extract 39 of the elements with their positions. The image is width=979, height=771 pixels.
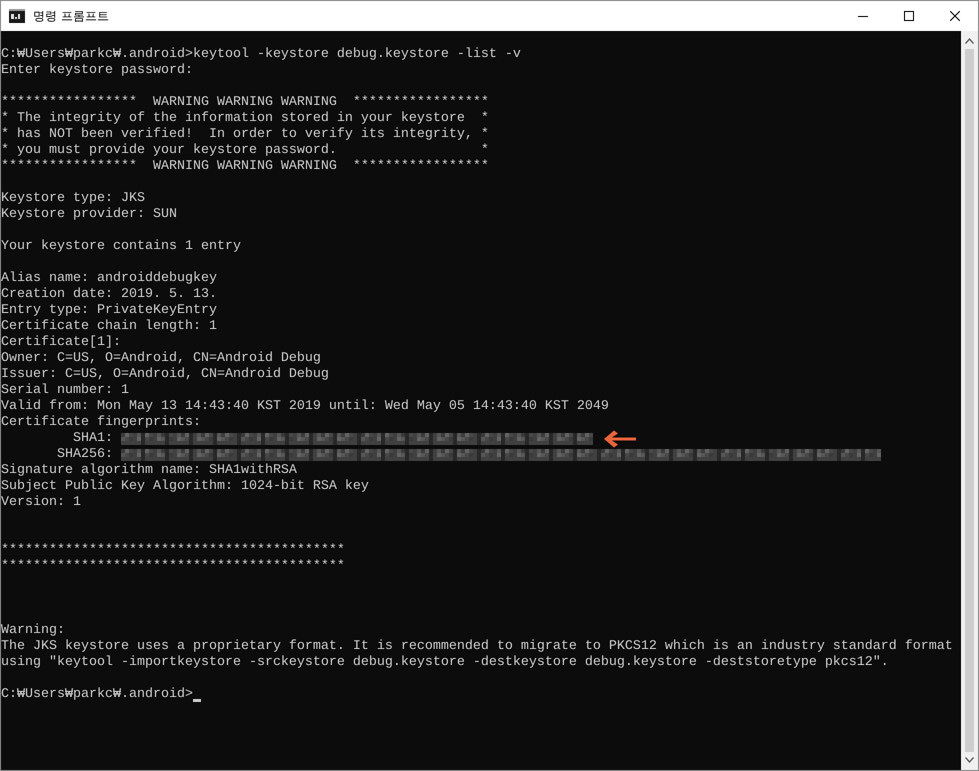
console-line: Certificate[1]:: [1, 335, 121, 351]
close-icon: [950, 11, 960, 21]
fingerprint-label: SHA1:: [72, 431, 113, 447]
console-line: using "keytool -importkeystore -srckeystore debug.keystore -destkeystore debug.keystore -deststoretype pkcs12".: [1, 655, 889, 671]
terminal-app-icon: [9, 9, 25, 23]
console-line: Version: 1: [1, 495, 81, 511]
maximize-icon: [904, 11, 914, 21]
console-line: The JKS keystore uses a proprietary format. It is recommended to migrate to PKCS12 which is an industry standard format: [1, 639, 953, 655]
console-line: Alias name: androiddebugkey: [1, 271, 217, 287]
console-line: Serial number: 1: [1, 383, 129, 399]
console-line: * you must provide your keystore password. *: [1, 143, 489, 159]
console-line: *******************************************: [1, 559, 345, 575]
console-line: Creation date: 2019. 5. 13.: [1, 287, 217, 303]
console-line: Warning:: [1, 623, 65, 639]
console-line: Entry type: PrivateKeyEntry: [1, 303, 217, 319]
window-title: 명령 프롬프트: [33, 8, 110, 25]
console-line: Certificate fingerprints:: [1, 415, 201, 431]
console-line: Keystore type: JKS: [1, 191, 145, 207]
prompt-text: C:₩Users₩parkc₩.android>: [1, 687, 193, 703]
scrollbar[interactable]: [961, 31, 978, 770]
console-line: Enter keystore password:: [1, 63, 193, 79]
console-line: Issuer: C=US, O=Android, CN=Android Debug: [1, 367, 329, 383]
console-line: * has NOT been verified! In order to verify its integrity, *: [1, 127, 489, 143]
scroll-up-icon[interactable]: [965, 38, 974, 44]
console-line: Owner: C=US, O=Android, CN=Android Debug: [1, 351, 321, 367]
console-line: C:₩Users₩parkc₩.android>keytool -keystore debug.keystore -list -v: [1, 47, 521, 63]
console-line: ***************** WARNING WARNING WARNING *****************: [1, 159, 489, 175]
console-line: Certificate chain length: 1: [1, 319, 217, 335]
console-line: ***************** WARNING WARNING WARNING *****************: [1, 95, 489, 111]
console-line: Keystore provider: SUN: [1, 207, 177, 223]
console-line: Your keystore contains 1 entry: [1, 239, 241, 255]
console-line: Signature algorithm name: SHA1withRSA: [1, 463, 297, 479]
console-line: Valid from: Mon May 13 14:43:40 KST 2019 until: Wed May 05 14:43:40 KST 2049: [1, 399, 609, 415]
console-line: *******************************************: [1, 543, 345, 559]
scroll-down-icon[interactable]: [965, 757, 974, 763]
fingerprint-label: SHA256:: [56, 447, 113, 463]
console-line: Subject Public Key Algorithm: 1024-bit RSA key: [1, 479, 369, 495]
console-line: * The integrity of the information stored in your keystore *: [1, 111, 489, 127]
scrollbar-thumb[interactable]: [965, 49, 974, 752]
